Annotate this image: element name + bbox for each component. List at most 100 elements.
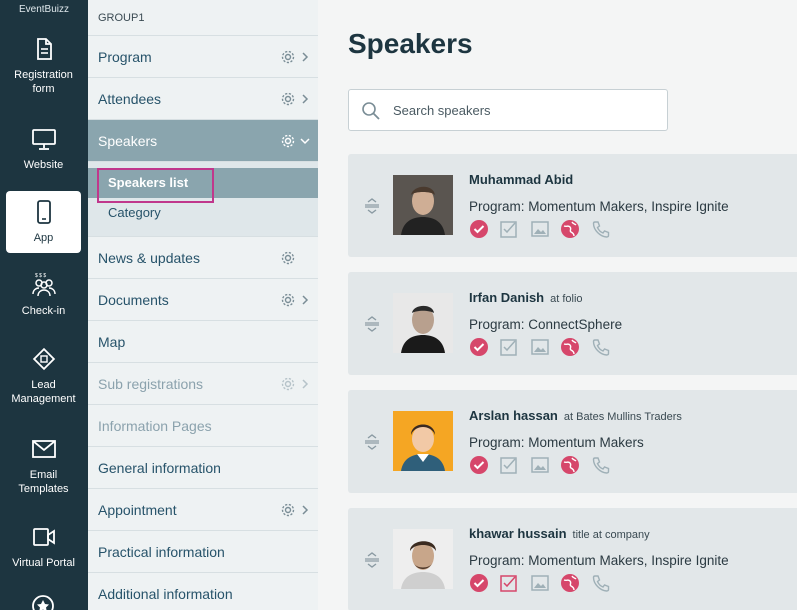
- rail-lead-management[interactable]: Lead Management: [6, 346, 81, 410]
- drag-handle-icon[interactable]: [362, 550, 382, 570]
- monitor-icon: [31, 126, 57, 152]
- nav-item-label: Additional information: [98, 586, 233, 602]
- speaker-card[interactable]: Arslan hassan at Bates Mullins Traders Pr…: [348, 390, 797, 493]
- nav-item-information-pages[interactable]: Information Pages: [88, 405, 318, 447]
- speaker-photo: [393, 293, 453, 353]
- nav-item-label: Sub registrations: [98, 376, 204, 392]
- nav-item-program[interactable]: Program: [88, 36, 318, 78]
- globe-icon[interactable]: [560, 219, 580, 239]
- check-circle-icon[interactable]: [469, 337, 489, 357]
- speaker-name-text: Muhammad Abid: [469, 172, 574, 187]
- phone-call-icon[interactable]: [591, 573, 611, 593]
- nav-item-map[interactable]: Map: [88, 321, 318, 363]
- chevron-right-icon[interactable]: [300, 51, 310, 63]
- check-circle-icon[interactable]: [469, 573, 489, 593]
- rail-registration-form[interactable]: Registration form: [6, 36, 81, 100]
- nav-item-speakers[interactable]: Speakers: [88, 120, 318, 162]
- main-content: Speakers Muhammad Abid Program: Momentum…: [318, 0, 797, 610]
- speaker-card[interactable]: Muhammad Abid Program: Momentum Makers, …: [348, 154, 797, 257]
- globe-icon[interactable]: [560, 337, 580, 357]
- chevron-down-icon[interactable]: [300, 135, 310, 147]
- mail-icon: [31, 436, 57, 462]
- image-icon[interactable]: [530, 219, 550, 239]
- gear-icon[interactable]: [280, 502, 296, 518]
- speaker-action-icons: [469, 455, 617, 475]
- speaker-photo: [393, 175, 453, 235]
- speaker-card[interactable]: Irfan Danish at folio Program: ConnectSph…: [348, 272, 797, 375]
- nav-group-label: GROUP1: [88, 0, 318, 36]
- nav-item-label: Information Pages: [98, 418, 212, 434]
- rail-website[interactable]: Website: [6, 126, 81, 178]
- nav-item-label: Category: [108, 205, 161, 220]
- rail-label: Lead Management: [11, 379, 76, 405]
- gear-icon[interactable]: [280, 250, 296, 266]
- search-input[interactable]: [393, 98, 653, 122]
- rail-email-templates[interactable]: Email Templates: [6, 436, 81, 496]
- phone-call-icon[interactable]: [591, 219, 611, 239]
- rail-label: Virtual Portal: [12, 557, 75, 569]
- nav-sub-speakers-list[interactable]: Speakers list: [88, 168, 318, 203]
- globe-icon[interactable]: [560, 573, 580, 593]
- speaker-photo: [393, 529, 453, 589]
- nav-item-sub-registrations[interactable]: Sub registrations: [88, 363, 318, 405]
- phone-call-icon[interactable]: [591, 337, 611, 357]
- phone-call-icon[interactable]: [591, 455, 611, 475]
- check-circle-icon[interactable]: [469, 219, 489, 239]
- chevron-right-icon[interactable]: [300, 294, 310, 306]
- speakers-submenu: Speakers list Category: [88, 162, 318, 237]
- chevron-right-icon[interactable]: [300, 378, 310, 390]
- section-nav: GROUP1 Program Attendees Speakers Speake…: [88, 0, 318, 610]
- speaker-action-icons: [469, 337, 617, 357]
- nav-item-label: Map: [98, 334, 126, 350]
- checkbox-icon[interactable]: [499, 219, 519, 239]
- speaker-program: Program: ConnectSphere: [469, 317, 623, 332]
- nav-item-practical-information[interactable]: Practical information: [88, 531, 318, 573]
- drag-handle-icon[interactable]: [362, 432, 382, 452]
- rail-label: Email Templates: [18, 469, 69, 495]
- nav-item-news-updates[interactable]: News & updates: [88, 237, 318, 279]
- gear-icon[interactable]: [280, 91, 296, 107]
- speaker-company: title at company: [572, 529, 650, 541]
- search-box[interactable]: [348, 89, 668, 131]
- speaker-name: Muhammad Abid: [469, 172, 573, 187]
- nav-item-additional-information[interactable]: Additional information: [88, 573, 318, 610]
- speaker-card[interactable]: khawar hussain title at company Program: …: [348, 508, 797, 610]
- lead-icon: [31, 346, 57, 372]
- highlight-box: [97, 168, 214, 203]
- drag-handle-icon[interactable]: [362, 314, 382, 334]
- speaker-name: Irfan Danish at folio: [469, 290, 583, 305]
- gear-icon[interactable]: [280, 133, 296, 149]
- nav-item-documents[interactable]: Documents: [88, 279, 318, 321]
- checkbox-icon[interactable]: [499, 573, 519, 593]
- phone-icon: [31, 199, 57, 225]
- gear-icon[interactable]: [280, 49, 296, 65]
- chevron-right-icon[interactable]: [300, 504, 310, 516]
- speaker-action-icons: [469, 219, 617, 239]
- people-icon: $ $ $: [31, 272, 57, 298]
- speaker-photo: [393, 411, 453, 471]
- nav-item-attendees[interactable]: Attendees: [88, 78, 318, 120]
- image-icon[interactable]: [530, 573, 550, 593]
- image-icon[interactable]: [530, 455, 550, 475]
- rail-app[interactable]: App: [6, 191, 81, 253]
- page-title: Speakers: [348, 28, 473, 59]
- app-root: EventBuizz Registration form Website App…: [0, 0, 797, 610]
- nav-item-label: Speakers: [98, 133, 158, 149]
- nav-item-general-information[interactable]: General information: [88, 447, 318, 489]
- drag-handle-icon[interactable]: [362, 196, 382, 216]
- speaker-company: at Bates Mullins Traders: [563, 411, 682, 423]
- nav-item-appointment[interactable]: Appointment: [88, 489, 318, 531]
- svg-text:$ $ $: $ $ $: [35, 273, 46, 279]
- checkbox-icon[interactable]: [499, 337, 519, 357]
- globe-icon[interactable]: [560, 455, 580, 475]
- checkbox-icon[interactable]: [499, 455, 519, 475]
- check-circle-icon[interactable]: [469, 455, 489, 475]
- rail-check-in[interactable]: $ $ $ Check-in: [6, 272, 81, 322]
- speaker-program: Program: Momentum Makers, Inspire Ignite: [469, 199, 729, 214]
- chevron-right-icon[interactable]: [300, 93, 310, 105]
- gear-icon[interactable]: [280, 292, 296, 308]
- star-icon[interactable]: [31, 594, 55, 610]
- gear-icon[interactable]: [280, 376, 296, 392]
- image-icon[interactable]: [530, 337, 550, 357]
- rail-virtual-portal[interactable]: Virtual Portal: [6, 524, 81, 570]
